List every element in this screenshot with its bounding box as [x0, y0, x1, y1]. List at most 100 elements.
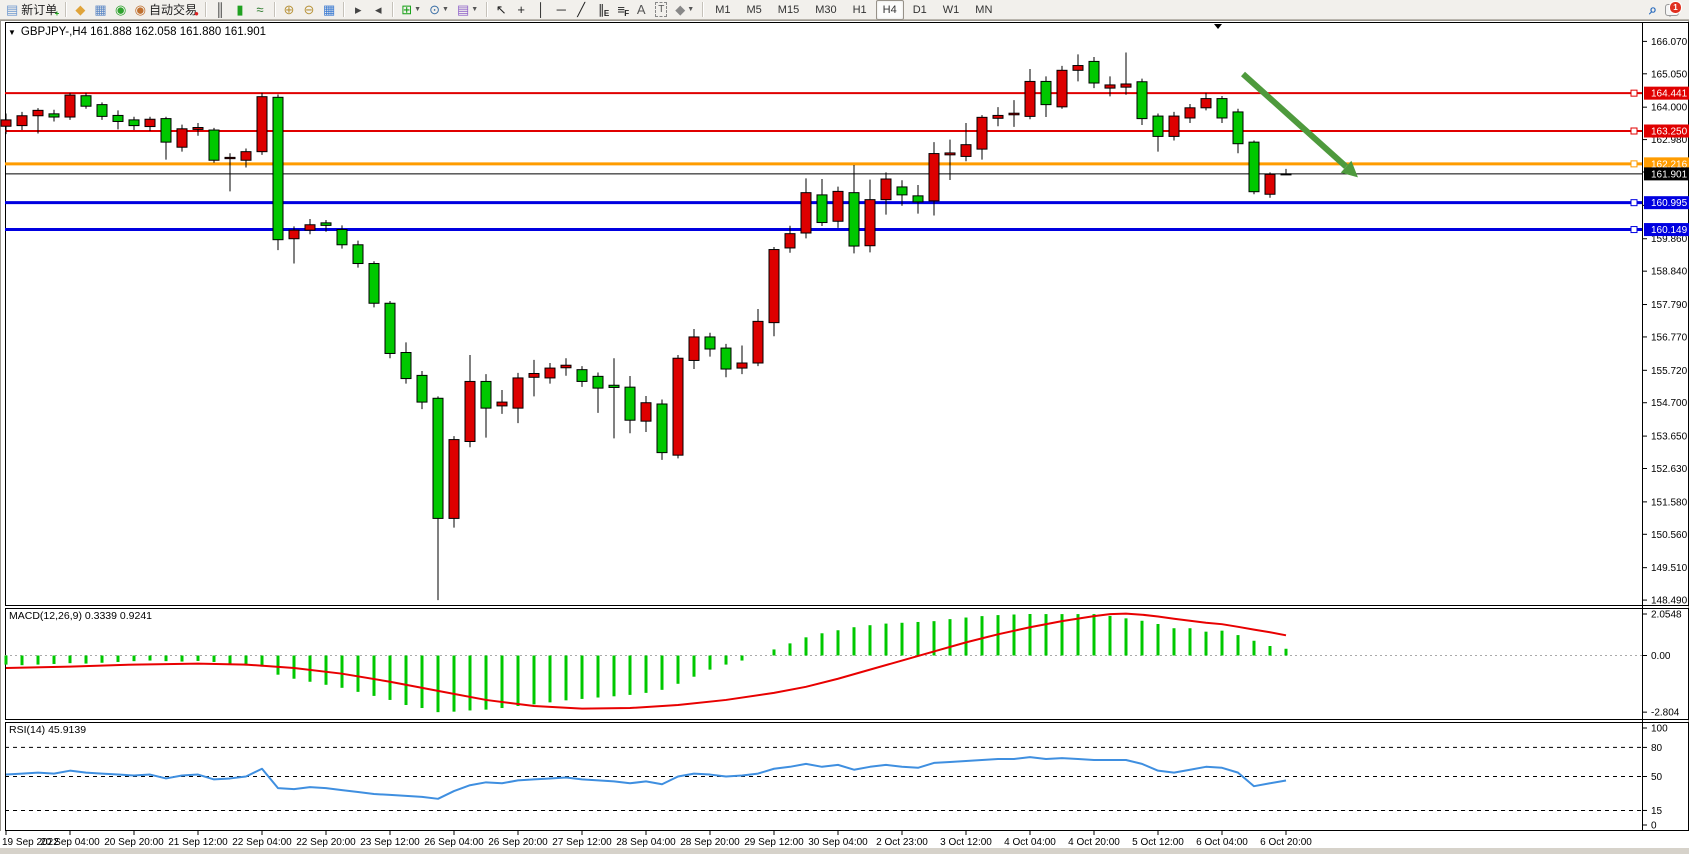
- candle-body: [129, 120, 139, 126]
- time-tick-label: 20 Sep 04:00: [40, 837, 100, 848]
- line-chart-button[interactable]: ≈: [251, 1, 269, 19]
- price-badge-164.441: 164.441: [1651, 89, 1688, 100]
- trendline-button[interactable]: ╱: [572, 1, 590, 19]
- chart-panels: [0, 22, 1689, 854]
- chart-menu-icon[interactable]: ▼: [8, 28, 16, 37]
- line-handle[interactable]: [1631, 161, 1637, 167]
- tile-windows-button[interactable]: ▦: [320, 1, 338, 19]
- time-tick-label: 20 Sep 20:00: [104, 837, 164, 848]
- toolbar-separator: [343, 2, 344, 17]
- timeframe-d1-button[interactable]: D1: [906, 0, 934, 20]
- candle-body: [1217, 99, 1227, 118]
- candle-body: [689, 337, 699, 361]
- channel-button[interactable]: ∥E: [592, 1, 610, 19]
- text-label-button[interactable]: T: [652, 1, 670, 19]
- cursor-button[interactable]: ↖: [492, 1, 510, 19]
- rsi-axis-label: 50: [1651, 772, 1663, 783]
- mt4-terminal: { "toolbar": { "groups": [ [{"name":"new…: [0, 0, 1689, 854]
- candle-body: [1137, 82, 1147, 119]
- template-icon: ▤: [457, 3, 469, 16]
- price-badge-161.901: 161.901: [1651, 169, 1688, 180]
- timeframe-mn-button[interactable]: MN: [968, 0, 999, 20]
- timeframe-h4-button[interactable]: H4: [876, 0, 904, 20]
- line-handle[interactable]: [1631, 90, 1637, 96]
- toolbar-separator: [205, 2, 206, 17]
- crosshair-button[interactable]: +: [512, 1, 530, 19]
- navigator-icon: ▦: [94, 3, 106, 16]
- candle-body: [465, 381, 475, 441]
- price-tick-label: 158.840: [1651, 267, 1688, 278]
- candle-body: [305, 225, 315, 230]
- candle-body: [1057, 70, 1067, 107]
- timeframe-m30-button[interactable]: M30: [808, 0, 843, 20]
- horizontal-line-button[interactable]: ─: [552, 1, 570, 19]
- rsi-axis-label: 100: [1651, 724, 1668, 735]
- toolbar-separator: [274, 2, 275, 17]
- chevron-down-icon[interactable]: ▼: [414, 6, 421, 13]
- price-tick-label: 151.580: [1651, 497, 1688, 508]
- timeframe-w1-button[interactable]: W1: [936, 0, 967, 20]
- candle-body: [673, 358, 683, 455]
- bar-chart-button[interactable]: ║: [211, 1, 229, 19]
- add-indicator-icon: ⊞: [401, 3, 412, 16]
- line-handle[interactable]: [1631, 200, 1637, 206]
- price-tick-label: 166.070: [1651, 37, 1688, 48]
- text-button[interactable]: A: [632, 1, 650, 19]
- text-icon: A: [637, 3, 646, 16]
- candle-body: [881, 179, 891, 200]
- candle-body: [337, 230, 347, 245]
- candlestick-chart-button[interactable]: ▮: [231, 1, 249, 19]
- zoom-in-button[interactable]: ⊕: [280, 1, 298, 19]
- candle-body: [17, 116, 27, 126]
- fibonacci-button[interactable]: ≡F: [612, 1, 630, 19]
- market-watch-button[interactable]: ◆: [71, 1, 89, 19]
- auto-scroll-button[interactable]: ▸: [349, 1, 367, 19]
- chart-canvas[interactable]: 166.070165.050164.000162.980161.960160.9…: [0, 0, 1689, 854]
- timeframe-m1-button[interactable]: M1: [708, 0, 737, 20]
- chevron-down-icon[interactable]: ▼: [442, 6, 449, 13]
- line-handle[interactable]: [1631, 227, 1637, 233]
- timeframe-h1-button[interactable]: H1: [846, 0, 874, 20]
- zoom-out-button[interactable]: ⊖: [300, 1, 318, 19]
- new-order-button-label: 新订单: [21, 1, 57, 18]
- toolbar-separator: [392, 2, 393, 17]
- time-tick-label: 28 Sep 20:00: [680, 837, 740, 848]
- candle-body: [993, 115, 1003, 118]
- periods-button[interactable]: ⊙▼: [426, 1, 452, 19]
- time-tick-label: 21 Sep 12:00: [168, 837, 228, 848]
- vertical-line-button[interactable]: │: [532, 1, 550, 19]
- candle-body: [545, 368, 555, 378]
- time-tick-label: 29 Sep 12:00: [744, 837, 804, 848]
- line-handle[interactable]: [1631, 128, 1637, 134]
- timeframe-m15-button[interactable]: M15: [771, 0, 806, 20]
- price-tick-label: 156.770: [1651, 332, 1688, 343]
- shapes-icon: ◆: [675, 3, 685, 16]
- chevron-down-icon[interactable]: ▼: [687, 6, 694, 13]
- timeframe-m5-button[interactable]: M5: [740, 0, 769, 20]
- templates-button[interactable]: ▤▼: [454, 1, 481, 19]
- new-order-button[interactable]: ▤+新订单: [3, 1, 60, 19]
- toolbar-separator: [486, 2, 487, 17]
- notifications-button[interactable]: 1: [1664, 2, 1682, 18]
- candle-body: [625, 387, 635, 420]
- search-icon[interactable]: ⌕: [1644, 1, 1662, 19]
- time-tick-label: 2 Oct 23:00: [876, 837, 928, 848]
- autotrading-button[interactable]: ◉●自动交易: [132, 1, 200, 19]
- candle-body: [353, 245, 363, 264]
- candle-body: [657, 404, 667, 453]
- terminal-button[interactable]: ◉: [112, 1, 130, 19]
- candle-body: [289, 230, 299, 239]
- chart-shift-button[interactable]: ◂: [369, 1, 387, 19]
- indicators-button[interactable]: ⊞▼: [398, 1, 424, 19]
- arrows-button[interactable]: ◆▼: [672, 1, 697, 19]
- price-tick-label: 157.790: [1651, 300, 1688, 311]
- candle-body: [1041, 81, 1051, 104]
- chevron-down-icon[interactable]: ▼: [471, 6, 478, 13]
- navigator-button[interactable]: ▦: [91, 1, 109, 19]
- autotrading-icon: ◉: [135, 3, 146, 16]
- tile-windows-icon: ▦: [323, 3, 335, 16]
- candlestick-icon: ▮: [236, 3, 243, 16]
- chart-shift-icon: ◂: [375, 3, 382, 16]
- candle-body: [977, 117, 987, 149]
- notification-badge: 1: [1669, 1, 1682, 14]
